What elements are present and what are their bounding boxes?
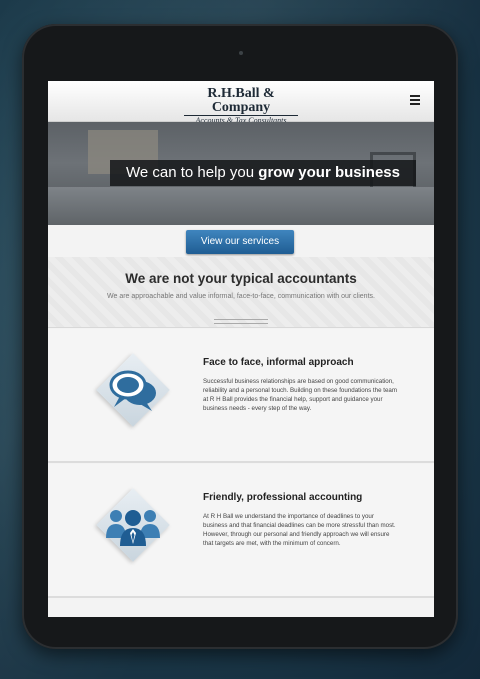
feature-friendly-professional: Friendly, professional accounting At R H… — [48, 464, 434, 598]
intro-heading: We are not your typical accountants — [125, 271, 357, 286]
hero-banner: We can to help you grow your business — [48, 122, 434, 225]
feature-face-to-face: Face to face, informal approach Successf… — [48, 329, 434, 463]
hero-caption-bold: grow your business — [258, 164, 400, 181]
hero-caption: We can to help you grow your business — [110, 160, 416, 186]
hero-photo-table — [48, 187, 434, 225]
speech-bubbles-icon — [96, 353, 170, 427]
feature-title: Friendly, professional accounting — [203, 492, 363, 503]
intro-text: We are approachable and value informal, … — [107, 293, 375, 300]
view-services-button[interactable]: View our services — [186, 230, 294, 254]
intro-section: We are not your typical accountants We a… — [48, 257, 434, 328]
tablet-frame: R.H.Ball & Company Accounts & Tax Consul… — [22, 24, 458, 649]
logo-name: R.H.Ball & Company — [184, 87, 298, 116]
hero-caption-prefix: We can to help you — [125, 164, 255, 181]
logo[interactable]: R.H.Ball & Company Accounts & Tax Consul… — [48, 87, 434, 126]
feature-title: Face to face, informal approach — [203, 357, 354, 368]
team-icon — [96, 488, 170, 562]
camera-dot — [239, 51, 243, 55]
ornament-divider — [214, 319, 268, 324]
hamburger-icon[interactable] — [410, 95, 420, 105]
tablet-screen: R.H.Ball & Company Accounts & Tax Consul… — [48, 81, 434, 617]
feature-body: Successful business relationships are ba… — [203, 378, 398, 412]
site-header: R.H.Ball & Company Accounts & Tax Consul… — [48, 81, 434, 125]
feature-body: At R H Ball we understand the importance… — [203, 513, 396, 547]
